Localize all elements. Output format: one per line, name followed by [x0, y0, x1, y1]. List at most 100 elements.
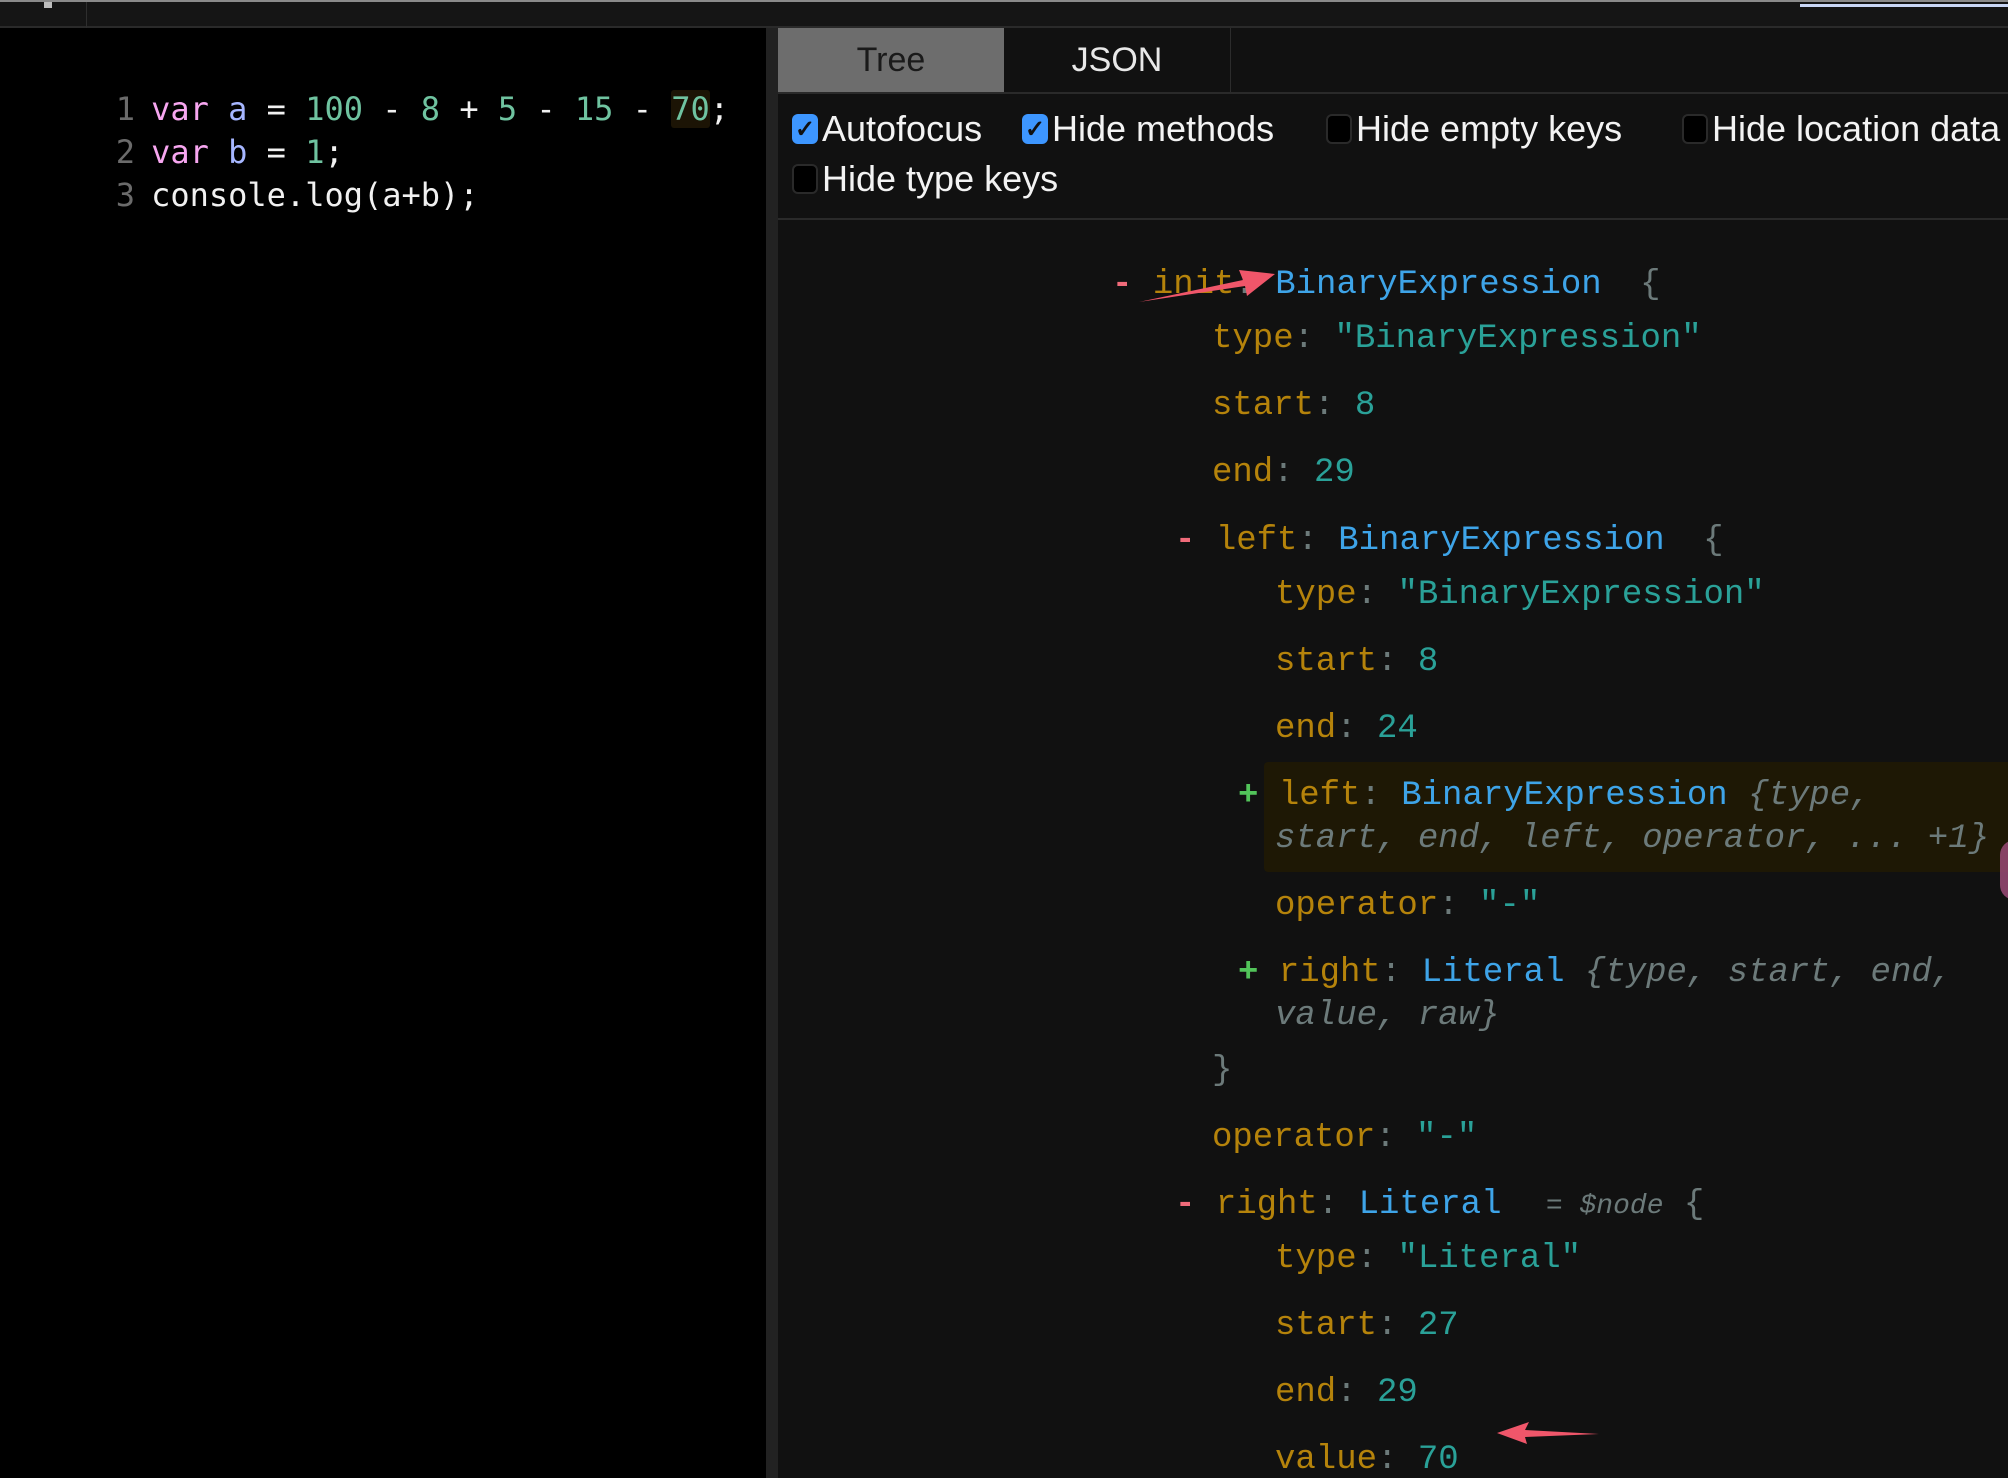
- prop-value: 27: [1417, 1307, 1459, 1345]
- toolbar-highlight: [1800, 4, 2008, 7]
- tab-json[interactable]: JSON: [1004, 28, 1231, 92]
- prop-key: end: [1275, 710, 1337, 748]
- prop-key: end: [1275, 1374, 1337, 1412]
- tree-prop: end: 29: [1275, 1374, 1418, 1412]
- toolbar-divider: [86, 2, 87, 28]
- prop-key: start: [1275, 1307, 1378, 1345]
- collapse-icon[interactable]: -: [1112, 266, 1132, 304]
- tree-node-summary-cont: start, end, left, operator, ... +1}: [1275, 818, 1989, 860]
- tree-prop: end: 24: [1275, 710, 1418, 748]
- option-hide-location-data[interactable]: Hide location data: [1682, 108, 2000, 150]
- code-line-3[interactable]: 3 console.log(a+b);: [0, 132, 479, 214]
- prop-value: 8: [1417, 643, 1439, 681]
- tree-node-right[interactable]: - right: Literal = $node {: [1175, 1184, 1704, 1228]
- option-label: Hide methods: [1052, 108, 1275, 149]
- expand-icon[interactable]: +: [1238, 777, 1258, 815]
- prop-value: 24: [1377, 710, 1418, 748]
- prop-value: 8: [1354, 387, 1376, 425]
- node-summary: {type, start, end,: [1584, 954, 1953, 992]
- node-key: right: [1215, 1186, 1318, 1224]
- tree-prop: type: "BinaryExpression": [1212, 320, 1702, 358]
- option-autofocus[interactable]: ✓ Autofocus: [792, 108, 982, 150]
- prop-key: type: [1275, 1240, 1357, 1278]
- checkbox-checked-icon[interactable]: ✓: [1022, 114, 1048, 144]
- node-key: left: [1278, 777, 1361, 815]
- node-key: right: [1278, 954, 1381, 992]
- toolbar-handle: [44, 2, 52, 8]
- code-token: console.log(a+b);: [151, 176, 479, 214]
- code-token: ;: [709, 90, 730, 128]
- prop-key: type: [1212, 320, 1294, 358]
- checkbox-checked-icon[interactable]: ✓: [792, 114, 818, 144]
- prop-value: "Literal": [1397, 1240, 1582, 1278]
- prop-key: operator: [1212, 1119, 1376, 1157]
- prop-value: "BinaryExpression": [1334, 320, 1702, 358]
- close-brace: }: [1212, 1050, 1232, 1092]
- code-line-1[interactable]: 1 var a = 100 - 8 + 5 - 15 - 70;: [0, 46, 729, 128]
- option-hide-empty-keys[interactable]: Hide empty keys: [1326, 108, 1622, 150]
- tree-prop: end: 29: [1212, 454, 1355, 492]
- open-brace: {: [1683, 1186, 1705, 1224]
- prop-value: 29: [1377, 1374, 1418, 1412]
- collapse-icon[interactable]: -: [1175, 1186, 1195, 1224]
- tree-prop: operator: "-": [1212, 1119, 1478, 1157]
- node-summary: start, end, left, operator, ... +1}: [1275, 820, 1990, 858]
- prop-value: "-": [1416, 1119, 1478, 1157]
- code-token: 15: [574, 90, 614, 128]
- tree-prop: start: 8: [1275, 643, 1439, 681]
- code-token: 5: [497, 90, 518, 128]
- node-summary: {type,: [1748, 777, 1871, 815]
- tree-prop: value: 70: [1275, 1441, 1459, 1478]
- line-number: 3: [115, 176, 136, 214]
- prop-key: end: [1212, 454, 1274, 492]
- options-bar: ✓ Autofocus ✓ Hide methods Hide empty ke…: [778, 94, 2008, 220]
- node-key: left: [1215, 522, 1298, 560]
- prop-key: start: [1212, 387, 1315, 425]
- open-brace: {: [1640, 266, 1661, 304]
- pane-splitter[interactable]: [766, 28, 778, 1478]
- code-token: +: [440, 90, 498, 128]
- node-annotation: = $node: [1545, 1191, 1664, 1222]
- checkbox-unchecked-icon[interactable]: [792, 164, 818, 194]
- prop-key: operator: [1275, 887, 1439, 925]
- top-toolbar: [0, 0, 2008, 28]
- collapse-icon[interactable]: -: [1175, 522, 1195, 560]
- node-key: init: [1152, 266, 1235, 304]
- floating-circle-button[interactable]: [2000, 840, 2008, 900]
- tree-node-left[interactable]: - left: BinaryExpression {: [1175, 520, 1724, 562]
- tree-node-left-right[interactable]: + right: Literal {type, start, end,: [1238, 952, 1952, 994]
- expand-icon[interactable]: +: [1238, 954, 1258, 992]
- option-label: Hide type keys: [822, 158, 1059, 199]
- node-type[interactable]: Literal: [1359, 1186, 1502, 1224]
- tab-tree[interactable]: Tree: [778, 28, 1004, 92]
- ast-panel: Tree JSON ✓ Autofocus ✓ Hide methods Hid…: [778, 28, 2008, 1478]
- prop-key: type: [1275, 576, 1357, 614]
- prop-value: "-": [1479, 887, 1541, 925]
- prop-key: value: [1275, 1441, 1378, 1478]
- code-token: -: [362, 90, 421, 128]
- node-type[interactable]: BinaryExpression: [1275, 266, 1601, 304]
- view-tabs: Tree JSON: [778, 28, 2008, 94]
- checkbox-unchecked-icon[interactable]: [1326, 114, 1352, 144]
- tree-prop: start: 27: [1275, 1307, 1459, 1345]
- checkbox-unchecked-icon[interactable]: [1682, 114, 1708, 144]
- option-hide-type-keys[interactable]: Hide type keys: [792, 158, 1058, 200]
- tree-node-summary-cont: value, raw}: [1275, 995, 1499, 1037]
- code-line-2[interactable]: 2 var b = 1;: [0, 89, 344, 171]
- code-token: -: [517, 90, 575, 128]
- tree-node-init[interactable]: - init: BinaryExpression {: [1112, 264, 1661, 306]
- tree-prop: start: 8: [1212, 387, 1376, 425]
- option-hide-methods[interactable]: ✓ Hide methods: [1022, 108, 1274, 150]
- tree-prop: type: "Literal": [1275, 1240, 1582, 1278]
- node-type[interactable]: BinaryExpression: [1338, 522, 1664, 560]
- node-type[interactable]: Literal: [1422, 954, 1565, 992]
- tree-prop: type: "BinaryExpression": [1275, 576, 1765, 614]
- prop-value: 70: [1417, 1441, 1459, 1478]
- option-label: Hide location data: [1712, 108, 2001, 149]
- code-editor[interactable]: 1 var a = 100 - 8 + 5 - 15 - 70; 2 var b =…: [0, 28, 766, 1478]
- option-label: Autofocus: [822, 108, 983, 149]
- node-type[interactable]: BinaryExpression: [1401, 777, 1727, 815]
- tree-node-left-left[interactable]: + left: BinaryExpression {type,: [1238, 775, 1871, 817]
- code-token: -: [613, 90, 672, 128]
- code-token: 70: [671, 90, 710, 128]
